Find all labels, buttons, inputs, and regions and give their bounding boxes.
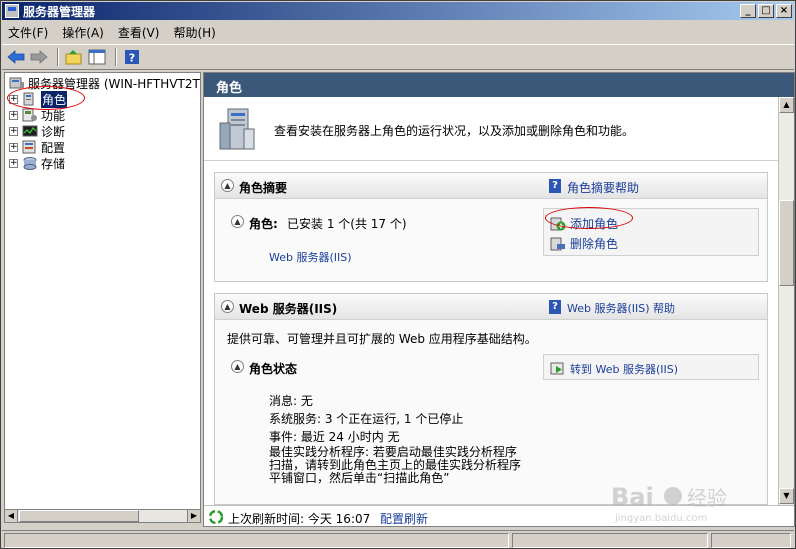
maximize-button[interactable]: □	[758, 4, 774, 18]
expand-icon[interactable]: +	[9, 126, 18, 136]
refresh-icon	[208, 509, 224, 525]
expand-icon[interactable]: +	[9, 110, 18, 120]
collapse-chevron-icon[interactable]: ▲	[221, 179, 234, 192]
roles-label: 角色:	[249, 217, 278, 231]
help-icon: ?	[549, 179, 561, 193]
back-arrow-icon	[7, 50, 25, 64]
forward-arrow-icon	[30, 50, 48, 64]
up-level-button[interactable]	[64, 47, 84, 67]
roles-collapse-chevron-icon[interactable]: ▲	[231, 215, 244, 228]
bpa-line-3: 平铺窗口，然后单击“扫描此角色”	[269, 471, 450, 485]
close-button[interactable]: ×	[776, 4, 792, 18]
tree-item-storage[interactable]: + 存储	[9, 155, 65, 171]
menu-action[interactable]: 操作(A)	[62, 24, 104, 41]
role-status-title: 角色状态	[249, 362, 298, 376]
web-server-header: ▲ Web 服务器(IIS) ? Web 服务器(IIS) 帮助	[215, 294, 767, 320]
web-server-role-link[interactable]: Web 服务器(IIS)	[269, 249, 352, 265]
scroll-thumb[interactable]	[19, 510, 139, 522]
tree-item-diagnostics-label: 诊断	[41, 124, 66, 139]
role-status-chevron-icon[interactable]: ▲	[231, 360, 244, 373]
configure-refresh-link[interactable]: 配置刷新	[380, 510, 428, 526]
folder-up-icon	[65, 50, 82, 65]
features-icon	[22, 108, 37, 122]
tree-item-diagnostics[interactable]: + 诊断	[9, 123, 65, 139]
svg-text:Bai: Bai	[611, 483, 654, 511]
roles-summary-section: ▲ 角色摘要 ? 角色摘要帮助 ▲ 角色: 已安装 1 个(共 17 个) We…	[214, 172, 768, 282]
help-icon: ?	[549, 300, 561, 314]
menu-view[interactable]: 查看(V)	[118, 24, 160, 41]
annotation-circle-add-roles	[545, 207, 633, 229]
annotation-circle-roles	[7, 86, 85, 110]
watermark: Bai 经验 jingyan.baidu.com	[607, 479, 757, 525]
menu-bar: 文件(F) 操作(A) 查看(V) 帮助(H)	[2, 22, 794, 42]
web-server-help-link[interactable]: Web 服务器(IIS) 帮助	[567, 300, 675, 316]
details-pane: 角色 查看安装在服务器上角色的运行状况，以及添加或删除角色和功能。 ▲ 角色摘要…	[203, 72, 795, 527]
tree-item-storage-label: 存储	[41, 156, 66, 171]
minimize-button[interactable]: _	[740, 4, 756, 18]
status-pane-3	[711, 533, 791, 548]
messages-status: 消息: 无	[269, 394, 313, 408]
server-manager-icon	[5, 4, 19, 18]
remove-roles-link[interactable]: 删除角色	[570, 235, 618, 252]
status-pane-1	[4, 533, 509, 548]
scroll-left-button[interactable]: ◀	[5, 510, 18, 522]
menu-help[interactable]: 帮助(H)	[173, 24, 215, 41]
menu-file[interactable]: 文件(F)	[8, 24, 48, 41]
system-services-status: 系统服务: 3 个正在运行, 1 个已停止	[269, 412, 464, 426]
roles-summary-help-link[interactable]: 角色摘要帮助	[567, 179, 639, 196]
server-role-icon	[219, 108, 255, 150]
last-refresh-time: 上次刷新时间: 今天 16:07	[228, 512, 371, 526]
svg-text:jingyan.baidu.com: jingyan.baidu.com	[614, 513, 707, 524]
window-title: 服务器管理器	[23, 4, 96, 19]
details-vertical-scrollbar[interactable]: ▲ ▼	[778, 97, 794, 505]
console-tree: 服务器管理器 (WIN-HFTHVT2TSE + 角色 + 功能 + 诊断 + …	[4, 72, 201, 522]
main-window: 服务器管理器 _ □ × 文件(F) 操作(A) 查看(V) 帮助(H) ? 服…	[0, 0, 796, 549]
tree-item-configuration[interactable]: + 配置	[9, 139, 65, 155]
status-pane-2	[512, 533, 708, 548]
roles-summary-title: 角色摘要	[239, 181, 288, 195]
help-button[interactable]: ?	[122, 47, 142, 67]
go-to-web-server-link[interactable]: 转到 Web 服务器(IIS)	[570, 361, 678, 377]
go-to-icon	[550, 362, 564, 375]
roles-installed-count: 已安装 1 个(共 17 个)	[287, 217, 407, 231]
configuration-icon	[22, 140, 36, 154]
collapse-chevron-icon[interactable]: ▲	[221, 300, 234, 313]
remove-roles-icon	[550, 237, 565, 251]
scroll-down-button[interactable]: ▼	[779, 488, 794, 504]
scroll-right-button[interactable]: ▶	[187, 510, 200, 522]
intro-text: 查看安装在服务器上角色的运行状况，以及添加或删除角色和功能。	[274, 124, 635, 138]
events-status: 事件: 最近 24 小时内 无	[269, 430, 400, 444]
tree-horizontal-scrollbar[interactable]: ◀ ▶	[4, 509, 201, 523]
roles-summary-header: ▲ 角色摘要 ? 角色摘要帮助	[215, 173, 767, 199]
web-server-description: 提供可靠、可管理并且可扩展的 Web 应用程序基础结构。	[227, 332, 537, 346]
expand-icon[interactable]: +	[9, 158, 18, 168]
svg-text:经验: 经验	[687, 486, 727, 510]
show-hide-tree-button[interactable]	[87, 47, 107, 67]
diagnostics-icon	[22, 125, 38, 137]
svg-text:?: ?	[129, 52, 135, 65]
title-bar: 服务器管理器 _ □ ×	[2, 2, 794, 20]
tree-item-configuration-label: 配置	[41, 140, 66, 155]
expand-icon[interactable]: +	[9, 142, 18, 152]
help-icon: ?	[125, 50, 139, 65]
toolbar-separator	[57, 48, 59, 66]
web-server-section: ▲ Web 服务器(IIS) ? Web 服务器(IIS) 帮助 提供可靠、可管…	[214, 293, 768, 505]
scroll-up-button[interactable]: ▲	[779, 97, 794, 113]
page-title: 角色	[204, 73, 794, 97]
console-tree-icon	[88, 49, 106, 65]
back-button[interactable]	[6, 47, 26, 67]
toolbar: ?	[2, 44, 794, 70]
forward-button[interactable]	[29, 47, 49, 67]
scroll-thumb[interactable]	[779, 200, 794, 286]
intro-banner: 查看安装在服务器上角色的运行状况，以及添加或删除角色和功能。	[204, 97, 778, 161]
web-server-title: Web 服务器(IIS)	[239, 302, 338, 316]
baidu-jingyan-watermark-icon: Bai 经验 jingyan.baidu.com	[611, 483, 727, 524]
window-status-bar	[2, 530, 794, 548]
toolbar-separator	[115, 48, 117, 66]
web-server-actions-box: 转到 Web 服务器(IIS)	[543, 354, 759, 380]
storage-icon	[23, 157, 37, 170]
